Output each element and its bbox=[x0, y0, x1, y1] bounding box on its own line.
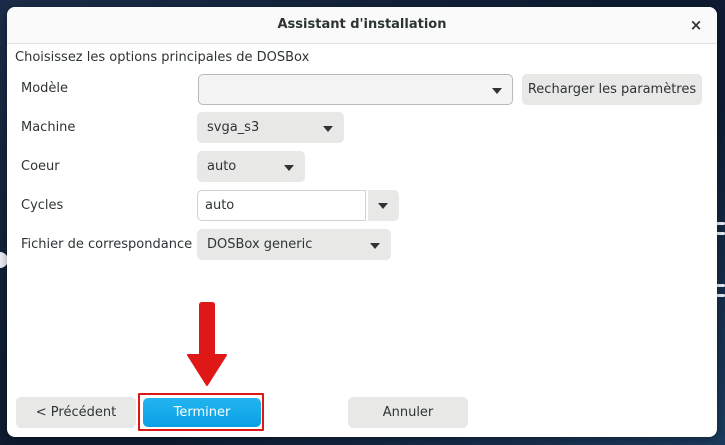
machine-label: Machine bbox=[21, 120, 76, 135]
cancel-button[interactable]: Annuler bbox=[348, 397, 468, 428]
reload-settings-button[interactable]: Recharger les paramètres bbox=[522, 74, 702, 105]
mapping-dropdown[interactable]: DOSBox generic bbox=[197, 229, 391, 260]
dialog-title: Assistant d'installation bbox=[277, 17, 447, 32]
model-label: Modèle bbox=[21, 81, 69, 96]
model-dropdown[interactable] bbox=[198, 74, 513, 105]
chevron-down-icon bbox=[370, 243, 380, 249]
core-value: auto bbox=[207, 159, 237, 174]
chevron-down-icon bbox=[284, 165, 294, 171]
cycles-dropdown-button[interactable] bbox=[368, 190, 399, 221]
cycles-input[interactable]: auto bbox=[197, 190, 366, 221]
core-label: Coeur bbox=[21, 159, 60, 174]
dialog-titlebar: Assistant d'installation × bbox=[7, 7, 717, 44]
cycles-value: auto bbox=[205, 198, 235, 213]
chevron-down-icon bbox=[492, 88, 502, 94]
chevron-down-icon bbox=[378, 203, 388, 209]
mapping-label: Fichier de correspondance bbox=[21, 237, 193, 252]
finish-button[interactable]: Terminer bbox=[143, 398, 261, 427]
cycles-label: Cycles bbox=[21, 198, 64, 213]
chevron-down-icon bbox=[323, 126, 333, 132]
machine-value: svga_s3 bbox=[207, 120, 260, 135]
machine-dropdown[interactable]: svga_s3 bbox=[197, 112, 344, 143]
installer-dialog: Assistant d'installation × Choisissez le… bbox=[7, 7, 717, 437]
mapping-value: DOSBox generic bbox=[207, 237, 313, 252]
previous-button[interactable]: < Précédent bbox=[16, 397, 136, 428]
dialog-subtitle: Choisissez les options principales de DO… bbox=[15, 50, 310, 65]
close-icon[interactable]: × bbox=[687, 16, 705, 34]
core-dropdown[interactable]: auto bbox=[197, 151, 305, 182]
down-arrow-icon bbox=[187, 302, 227, 386]
